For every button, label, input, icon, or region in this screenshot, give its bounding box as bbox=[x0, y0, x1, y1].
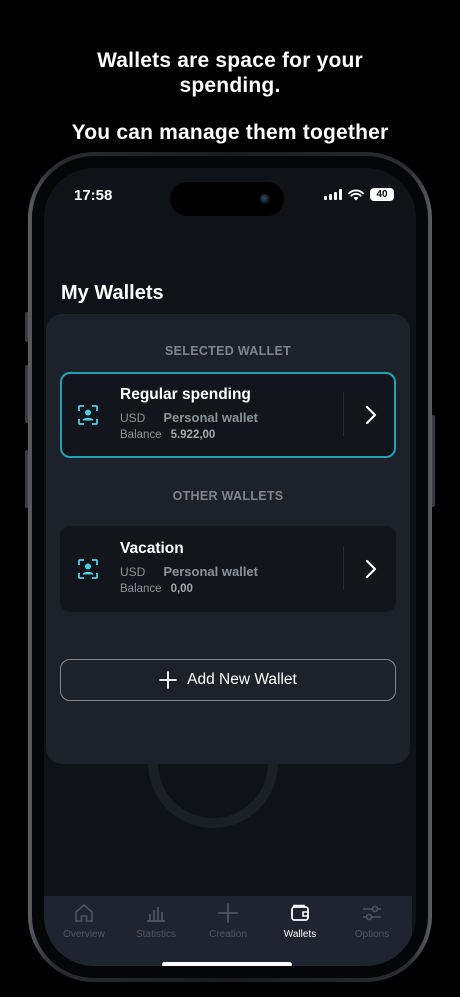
wallet-balance-label: Balance bbox=[120, 429, 162, 441]
phone-bezel: 17:58 40 My Wallets SELECTED WALLET Regu… bbox=[32, 156, 428, 978]
wallet-balance-label: Balance bbox=[120, 583, 162, 595]
wallet-balance-amount: 5.922,00 bbox=[170, 429, 216, 441]
onboarding-headline: Wallets are space for your spending. You… bbox=[0, 48, 460, 145]
wallet-user-icon bbox=[78, 559, 98, 579]
add-new-wallet-button[interactable]: Add New Wallet bbox=[60, 659, 396, 701]
tab-label: Overview bbox=[63, 929, 105, 940]
wallet-name: Regular spending bbox=[120, 386, 251, 403]
tab-label: Creation bbox=[209, 929, 247, 940]
wallet-balance-amount: 0,00 bbox=[170, 583, 193, 595]
wallet-meta: USD Personal wallet bbox=[120, 564, 258, 579]
wallet-type: Personal wallet bbox=[163, 564, 258, 579]
chevron-right-icon[interactable] bbox=[364, 405, 378, 425]
status-time: 17:58 bbox=[74, 187, 113, 204]
wallet-card-regular-spending[interactable]: Regular spending USD Personal wallet Bal… bbox=[60, 372, 396, 458]
tab-statistics[interactable]: Statistics bbox=[120, 902, 192, 966]
plus-icon bbox=[159, 671, 178, 689]
tab-creation[interactable]: Creation bbox=[192, 902, 264, 966]
chevron-right-icon[interactable] bbox=[364, 559, 378, 579]
app-screen: 17:58 40 My Wallets SELECTED WALLET Regu… bbox=[44, 168, 416, 966]
wallet-currency: USD bbox=[120, 410, 146, 425]
bar-chart-icon bbox=[147, 907, 165, 922]
wallet-selector-sheet: SELECTED WALLET Regular spending USD Per… bbox=[46, 314, 410, 764]
wallet-icon bbox=[291, 904, 309, 921]
page-title: My Wallets bbox=[61, 282, 164, 304]
battery-icon: 40 bbox=[370, 188, 394, 201]
bottom-tab-bar: Overview Statistics Creation Wallets Opt… bbox=[44, 896, 412, 966]
headline-line-1: Wallets are space for your spending. bbox=[97, 49, 363, 97]
home-icon bbox=[75, 904, 93, 922]
wallet-type: Personal wallet bbox=[163, 410, 258, 425]
phone-frame: 17:58 40 My Wallets SELECTED WALLET Regu… bbox=[28, 152, 432, 982]
status-icons: 40 bbox=[324, 188, 394, 201]
card-divider bbox=[343, 546, 344, 590]
wallet-currency: USD bbox=[120, 564, 146, 579]
wallet-balance: Balance 0,00 bbox=[120, 583, 193, 595]
tab-overview[interactable]: Overview bbox=[48, 902, 120, 966]
plus-icon bbox=[218, 903, 238, 923]
tab-label: Options bbox=[354, 929, 390, 940]
wallet-balance: Balance 5.922,00 bbox=[120, 429, 215, 441]
headline-line-2: You can manage them together bbox=[71, 121, 389, 144]
sliders-icon bbox=[363, 905, 381, 921]
other-wallets-heading: OTHER WALLETS bbox=[172, 489, 284, 503]
tab-wallets[interactable]: Wallets bbox=[264, 902, 336, 966]
wallet-card-vacation[interactable]: Vacation USD Personal wallet Balance 0,0… bbox=[60, 526, 396, 612]
wallet-meta: USD Personal wallet bbox=[120, 410, 258, 425]
tab-options[interactable]: Options bbox=[336, 902, 408, 966]
card-divider bbox=[343, 392, 344, 436]
wallet-name: Vacation bbox=[120, 540, 184, 557]
dynamic-island bbox=[170, 182, 284, 216]
tab-label: Wallets bbox=[283, 929, 317, 940]
signal-icon bbox=[324, 189, 342, 200]
tab-label: Statistics bbox=[135, 929, 176, 940]
camera-icon bbox=[260, 194, 270, 204]
add-new-wallet-label: Add New Wallet bbox=[187, 671, 297, 688]
home-indicator[interactable] bbox=[162, 962, 292, 966]
selected-wallet-heading: SELECTED WALLET bbox=[164, 344, 292, 358]
wifi-icon bbox=[348, 188, 364, 200]
wallet-user-icon bbox=[78, 405, 98, 425]
